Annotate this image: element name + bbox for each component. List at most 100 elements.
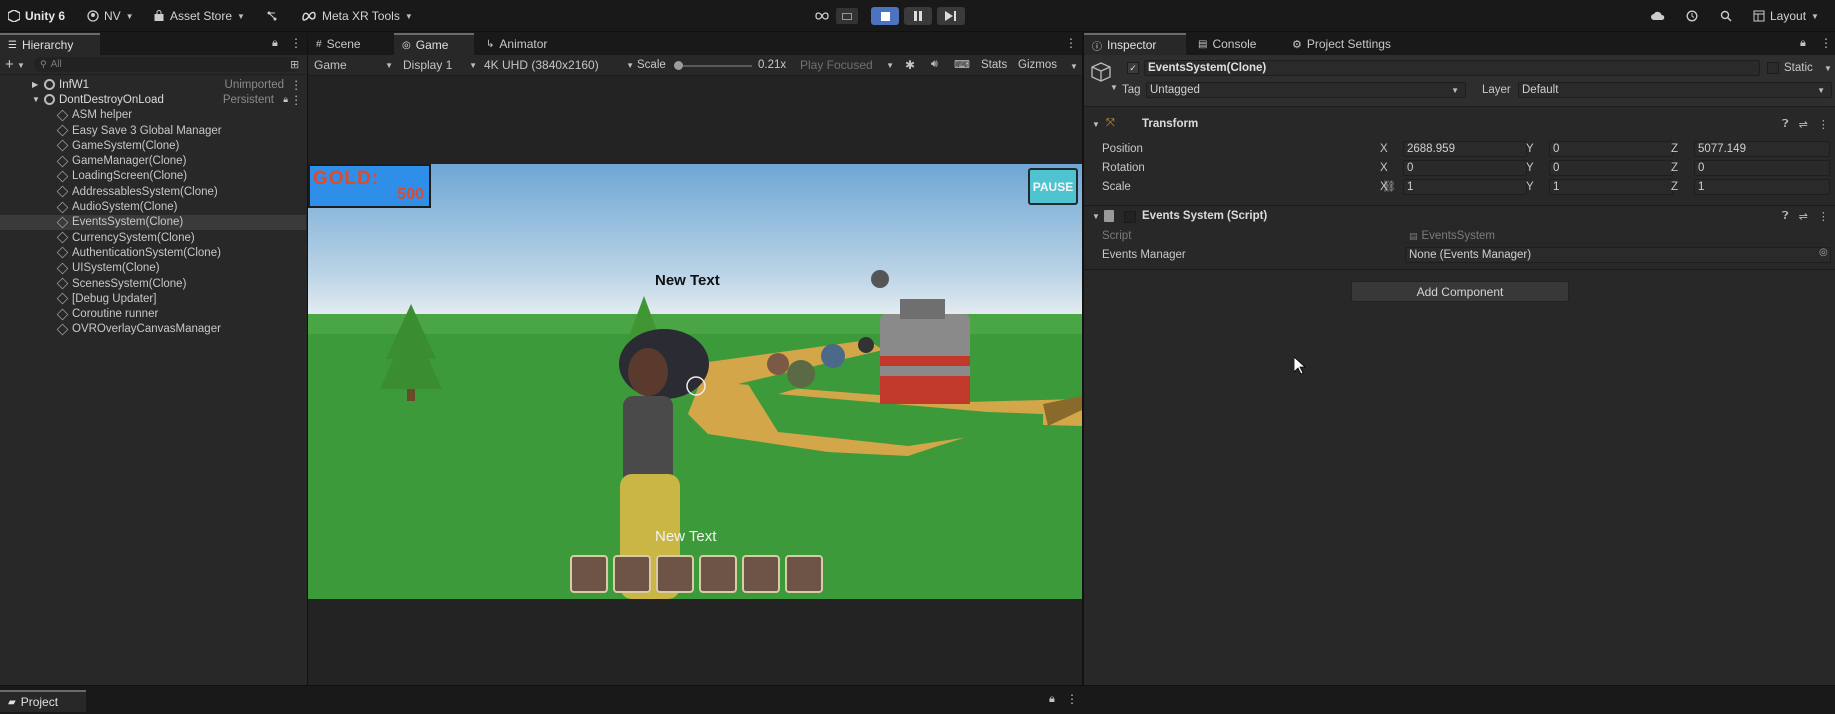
object-name-field[interactable]: EventsSystem(Clone): [1144, 60, 1760, 76]
hierarchy-search-input[interactable]: ⚲ All: [34, 57, 300, 72]
hierarchy-object-row[interactable]: AudioSystem(Clone): [0, 199, 306, 214]
tab-hierarchy[interactable]: ☰ Hierarchy: [0, 33, 100, 55]
hierarchy-object-row[interactable]: ScenesSystem(Clone): [0, 276, 306, 291]
position-z-field[interactable]: 5077.149: [1694, 141, 1830, 157]
add-icon[interactable]: +: [5, 56, 14, 73]
chevron-down-icon[interactable]: ▼: [1092, 120, 1100, 129]
help-icon[interactable]: ❓︎: [1782, 210, 1789, 223]
transform-header[interactable]: ▼ ⤧ Transform ❓︎ ⇌ ⋮: [1084, 115, 1835, 135]
hierarchy-object-row[interactable]: GameManager(Clone): [0, 154, 306, 169]
play-mode-dropdown[interactable]: Play Focused ▼: [797, 57, 897, 73]
chevron-right-icon[interactable]: ▶: [32, 80, 38, 89]
history-button[interactable]: [1686, 7, 1698, 25]
stats-button[interactable]: Stats: [981, 59, 1007, 71]
tag-dropdown[interactable]: Untagged ▼: [1146, 82, 1466, 98]
hierarchy-object-row[interactable]: [Debug Updater]: [0, 291, 306, 306]
rotation-y-axis-label[interactable]: Y: [1526, 162, 1534, 174]
search-options-icon[interactable]: ⊞: [290, 58, 299, 71]
inventory-slot[interactable]: [699, 555, 737, 593]
resolution-dropdown[interactable]: 4K UHD (3840x2160) ▼: [481, 57, 637, 73]
speaker-icon[interactable]: 🔊︎: [931, 58, 938, 71]
scale-x-axis-label[interactable]: X: [1380, 181, 1388, 193]
more-options-icon[interactable]: ⋮: [1818, 210, 1829, 223]
scale-slider[interactable]: [673, 61, 752, 70]
search-button[interactable]: [1720, 7, 1732, 25]
hierarchy-object-row[interactable]: OVROverlayCanvasManager: [0, 322, 306, 337]
rotation-z-field[interactable]: 0: [1694, 160, 1830, 176]
rotation-z-axis-label[interactable]: Z: [1671, 162, 1678, 174]
tab-project-settings[interactable]: ⚙ Project Settings: [1284, 33, 1399, 55]
hierarchy-object-row[interactable]: GameSystem(Clone): [0, 138, 306, 153]
scale-x-field[interactable]: 1: [1403, 179, 1527, 195]
rotation-x-axis-label[interactable]: X: [1380, 162, 1388, 174]
tab-console[interactable]: ▤ Console: [1190, 33, 1264, 55]
hierarchy-object-row[interactable]: CurrencySystem(Clone): [0, 230, 306, 245]
more-options-icon[interactable]: ⋮: [1066, 692, 1078, 706]
display-dropdown[interactable]: Display 1 ▼: [400, 57, 480, 73]
hierarchy-object-row[interactable]: AddressablesSystem(Clone): [0, 184, 306, 199]
position-y-field[interactable]: 0: [1549, 141, 1673, 157]
preset-icon[interactable]: ⇌: [1799, 118, 1808, 131]
hierarchy-object-row[interactable]: Coroutine runner: [0, 307, 306, 322]
position-x-axis-label[interactable]: X: [1380, 143, 1388, 155]
inventory-slot[interactable]: [570, 555, 608, 593]
scale-slider-handle[interactable]: [673, 61, 683, 70]
position-x-field[interactable]: 2688.959: [1403, 141, 1527, 157]
scale-y-axis-label[interactable]: Y: [1526, 181, 1534, 193]
rotation-y-field[interactable]: 0: [1549, 160, 1673, 176]
layer-dropdown[interactable]: Default ▼: [1518, 82, 1832, 98]
hierarchy-object-row[interactable]: ASM helper: [0, 108, 306, 123]
hierarchy-scene-row[interactable]: ▶ InfW1 Unimported ⋮: [0, 77, 306, 92]
chevron-down-icon[interactable]: ▼: [1092, 212, 1100, 221]
hierarchy-object-row[interactable]: UISystem(Clone): [0, 261, 306, 276]
tab-scene[interactable]: # Scene: [308, 33, 369, 55]
game-viewport[interactable]: GOLD: 500 PAUSE New Text New Text: [308, 164, 1082, 599]
device-simulator-button[interactable]: [836, 8, 858, 24]
script-enabled-checkbox[interactable]: [1124, 211, 1136, 223]
step-button[interactable]: [937, 7, 965, 25]
keyboard-icon[interactable]: ⌨: [954, 58, 970, 71]
tab-game[interactable]: ◎ Game: [394, 33, 474, 55]
inventory-slot[interactable]: [785, 555, 823, 593]
chevron-down-icon[interactable]: ▼: [1110, 83, 1118, 92]
scale-y-field[interactable]: 1: [1549, 179, 1673, 195]
tab-animator[interactable]: ↳ Animator: [478, 33, 555, 55]
hierarchy-object-row[interactable]: Easy Save 3 Global Manager: [0, 123, 306, 138]
more-options-icon[interactable]: ⋮: [1820, 36, 1832, 50]
version-control-button[interactable]: [266, 7, 278, 25]
bug-icon[interactable]: ✱: [905, 58, 915, 72]
chevron-down-icon[interactable]: ▼: [32, 95, 40, 104]
hierarchy-object-row[interactable]: EventsSystem(Clone): [0, 214, 306, 230]
help-icon[interactable]: ❓︎: [1782, 118, 1789, 131]
more-options-icon[interactable]: ⋮: [291, 78, 303, 92]
more-options-icon[interactable]: ⋮: [1065, 36, 1077, 50]
game-mode-dropdown[interactable]: Game ▼: [311, 57, 396, 73]
scale-z-axis-label[interactable]: Z: [1671, 181, 1678, 193]
scale-z-field[interactable]: 1: [1694, 179, 1830, 195]
object-picker-icon[interactable]: ◎: [1819, 247, 1828, 258]
inventory-slot[interactable]: [656, 555, 694, 593]
lock-icon[interactable]: 🔒︎: [1049, 693, 1055, 706]
hierarchy-object-row[interactable]: LoadingScreen(Clone): [0, 169, 306, 184]
xr-simulator-button[interactable]: [814, 7, 830, 25]
rotation-x-field[interactable]: 0: [1403, 160, 1527, 176]
chevron-down-icon[interactable]: ▼: [1070, 62, 1078, 71]
more-options-icon[interactable]: ⋮: [291, 93, 303, 107]
more-options-icon[interactable]: ⋮: [1818, 118, 1829, 131]
cloud-button[interactable]: [1650, 7, 1666, 25]
account-dropdown[interactable]: NV ▼: [87, 7, 134, 25]
chevron-down-icon[interactable]: ▼: [1824, 64, 1832, 73]
static-checkbox[interactable]: [1767, 62, 1779, 74]
add-component-button[interactable]: Add Component: [1351, 281, 1569, 302]
inventory-slot[interactable]: [613, 555, 651, 593]
chevron-down-icon[interactable]: ▼: [17, 61, 25, 70]
lock-icon[interactable]: 🔒︎: [1800, 37, 1806, 50]
inventory-slot[interactable]: [742, 555, 780, 593]
more-options-icon[interactable]: ⋮: [290, 36, 302, 50]
lock-icon[interactable]: 🔒︎: [272, 37, 278, 50]
position-z-axis-label[interactable]: Z: [1671, 143, 1678, 155]
pause-button[interactable]: [904, 7, 932, 25]
lock-icon[interactable]: 🔒︎: [283, 94, 288, 105]
events-manager-field[interactable]: None (Events Manager): [1405, 247, 1831, 263]
tab-inspector[interactable]: ⓘ Inspector: [1084, 33, 1186, 55]
